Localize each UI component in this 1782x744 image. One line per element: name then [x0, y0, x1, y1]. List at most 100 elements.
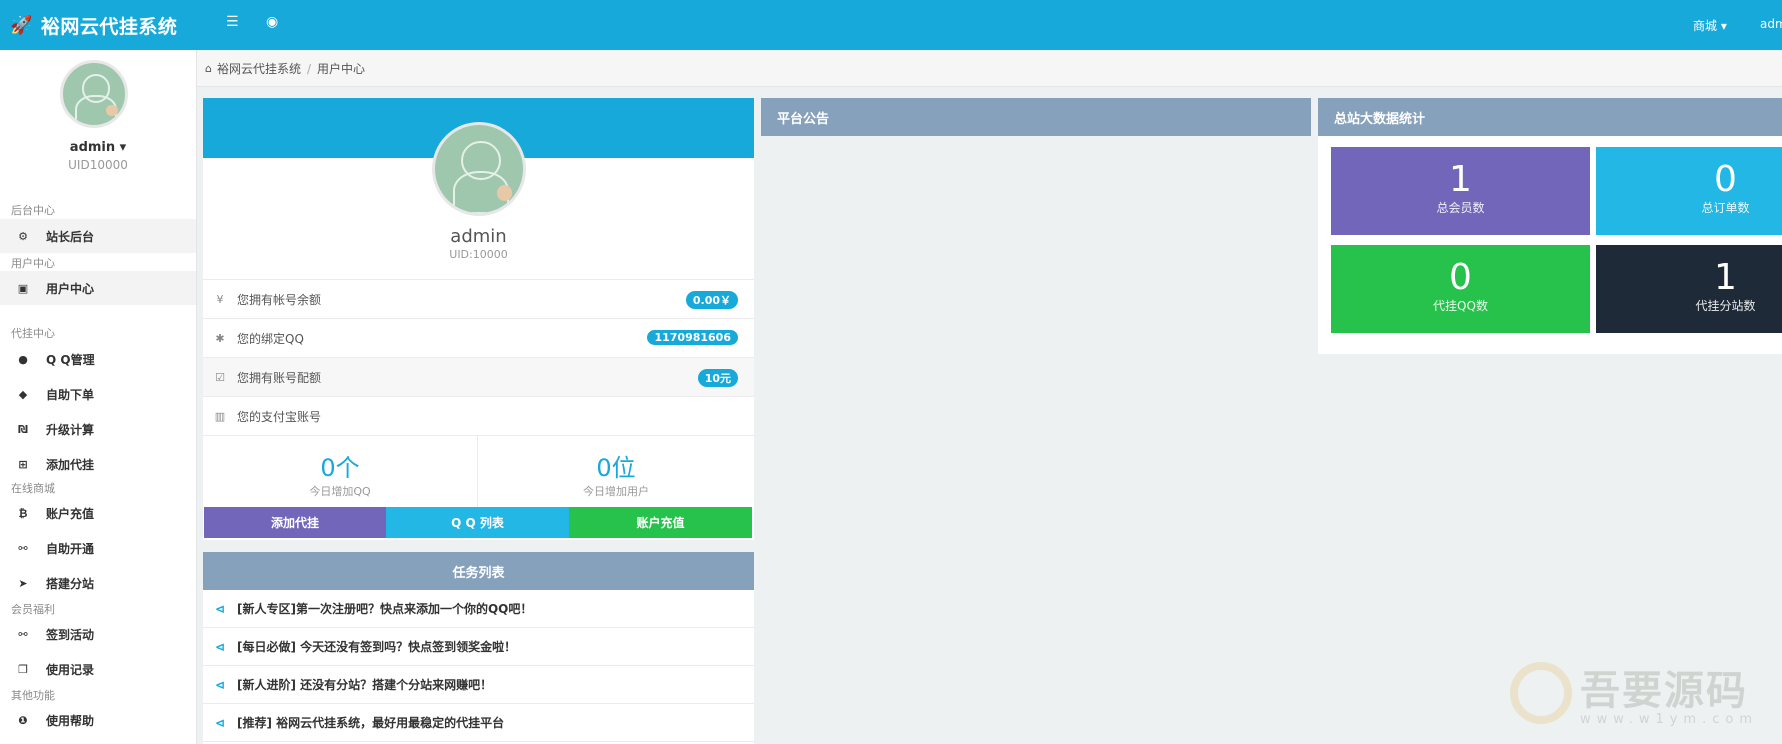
sidebar-item-label: 站长后台 — [46, 229, 95, 244]
section-title: 在线商城 — [11, 482, 55, 495]
task-item[interactable]: ⊲ [推荐] 裕网云代挂系统，最好用最稳定的代挂平台 — [203, 704, 754, 742]
stat-today-qq: 0个 今日增加QQ — [203, 435, 478, 507]
sidebar-item-self-order[interactable]: ◆ 自助下单 — [0, 377, 196, 411]
balance-badge: 0.00￥ — [685, 291, 738, 309]
section-title: 其他功能 — [11, 689, 55, 702]
tile-label: 总订单数 — [1701, 201, 1750, 215]
sidebar-item-usage-records[interactable]: ❐ 使用记录 — [0, 652, 196, 686]
profile-name: admin — [450, 226, 507, 247]
user-menu[interactable]: adm — [1760, 17, 1782, 31]
sidebar-item-label: 添加代挂 — [46, 457, 95, 472]
shop-menu[interactable]: 商城 ▾ — [1693, 17, 1727, 34]
asterisk-icon: ✱ — [215, 331, 225, 345]
dashboard-icon: ⚙ — [18, 229, 28, 243]
tile-value: 0 — [1449, 257, 1472, 298]
section-title: 用户中心 — [11, 257, 55, 270]
task-text: [新人进阶] 还没有分站？搭建个分站来网赚吧！ — [237, 678, 493, 692]
sidebar-item-label: 自助下单 — [46, 387, 95, 402]
breadcrumb-current: 用户中心 — [317, 62, 366, 76]
link-icon: ⚯ — [18, 541, 28, 555]
sidebar-item-checkin[interactable]: ⚯ 签到活动 — [0, 617, 196, 651]
yen-icon: ¥ — [216, 292, 224, 306]
notice-title: 平台公告 — [761, 98, 1311, 136]
sidebar-user-uid: UID10000 — [68, 158, 128, 172]
sidebar-item-user-center[interactable]: ▣ 用户中心 — [0, 271, 196, 305]
stat-value: 0个 — [320, 454, 360, 482]
stat-tile-orders: 0 总订单数 — [1596, 147, 1782, 235]
breadcrumb: ⌂ 裕网云代挂系统 / 用户中心 — [197, 51, 1782, 87]
task-item[interactable]: ⊲ [每日必做] 今天还没有签到吗？快点签到领奖金啦！ — [203, 628, 754, 666]
brand-title: 裕网云代挂系统 — [40, 15, 178, 38]
site-stats-panel: 总站大数据统计 1 总会员数 0 总订单数 0 代挂QQ数 1 代挂分站数 — [1318, 98, 1782, 354]
recharge-button[interactable]: 账户充值 — [569, 507, 752, 538]
share-icon: ⊲ — [214, 677, 226, 692]
alipay-row: ▥ 您的支付宝账号 — [203, 396, 754, 435]
user-name-text: admin — [69, 140, 116, 155]
calculator-icon: ₪ — [18, 422, 28, 436]
task-list-panel: 任务列表 ⊲ [新人专区]第一次注册吧？快点来添加一个你的QQ吧！ ⊲ [每日必… — [203, 552, 754, 744]
sidebar-item-build-substation[interactable]: ➤ 搭建分站 — [0, 566, 196, 600]
section-title: 后台中心 — [11, 204, 55, 217]
sidebar-item-add-proxy[interactable]: ⊞ 添加代挂 — [0, 447, 196, 481]
plus-square-icon: ⊞ — [18, 457, 28, 471]
info-icon: ❶ — [18, 713, 28, 727]
row-label: 您拥有账号配额 — [237, 370, 322, 385]
profile-uid: UID:10000 — [449, 248, 508, 261]
camera-icon: ▣ — [17, 281, 29, 295]
add-proxy-button[interactable]: 添加代挂 — [204, 507, 386, 538]
check-square-icon: ☑ — [215, 370, 225, 384]
tile-label: 代挂QQ数 — [1433, 299, 1488, 313]
task-item[interactable]: ⊲ [新人进阶] 还没有分站？搭建个分站来网赚吧！ — [203, 666, 754, 704]
quota-row: ☑ 您拥有账号配额 10元 — [203, 357, 754, 396]
sidebar-item-label: 用户中心 — [46, 281, 95, 296]
stat-label: 今日增加用户 — [583, 485, 649, 498]
stat-tile-members: 1 总会员数 — [1331, 147, 1590, 235]
telegram-icon: ➤ — [18, 576, 28, 590]
top-navbar: 🚀 裕网云代挂系统 ☰ ◉ 商城 ▾ adm — [0, 0, 1782, 50]
task-text: [每日必做] 今天还没有签到吗？快点签到领奖金啦！ — [237, 640, 517, 654]
bitcoin-icon: ₿ — [18, 506, 28, 520]
link-icon: ⚯ — [18, 627, 28, 641]
tile-value: 0 — [1714, 159, 1737, 200]
sidebar-item-self-activate[interactable]: ⚯ 自助开通 — [0, 531, 196, 565]
tile-value: 1 — [1449, 159, 1472, 200]
sidebar-item-label: 升级计算 — [46, 422, 95, 437]
task-item[interactable]: ⊲ [新人专区]第一次注册吧？快点来添加一个你的QQ吧！ — [203, 590, 754, 628]
brand[interactable]: 🚀 裕网云代挂系统 — [10, 0, 177, 50]
share-icon: ⊲ — [214, 639, 226, 654]
sidebar-item-label: 签到活动 — [46, 627, 95, 642]
list-icon[interactable]: ☰ — [226, 14, 239, 30]
sidebar-item-label: 自助开通 — [46, 541, 95, 556]
tile-label: 总会员数 — [1436, 201, 1485, 215]
sidebar-item-upgrade-calc[interactable]: ₪ 升级计算 — [0, 412, 196, 446]
balance-row: ¥ 您拥有帐号余额 0.00￥ — [203, 279, 754, 318]
stat-tile-substations: 1 代挂分站数 — [1596, 245, 1782, 333]
sidebar-item-label: 使用记录 — [46, 662, 95, 677]
sidebar-item-recharge[interactable]: ₿ 账户充值 — [0, 496, 196, 530]
rocket-icon: 🚀 — [10, 14, 33, 36]
breadcrumb-home[interactable]: 裕网云代挂系统 — [217, 60, 301, 77]
qq-icon: ● — [18, 352, 28, 366]
profile-avatar — [432, 122, 526, 216]
sidebar-item-label: 账户充值 — [46, 506, 95, 521]
watermark-url: www.w1ym.com — [1580, 712, 1758, 727]
row-label: 您的绑定QQ — [237, 331, 304, 346]
qq-list-button[interactable]: Q Q 列表 — [386, 507, 569, 538]
site-stats-title: 总站大数据统计 — [1318, 98, 1782, 136]
sidebar: admin ▾ UID10000 后台中心 ⚙ 站长后台 用户中心 ▣ 用户中心… — [0, 50, 197, 744]
sidebar-item-admin[interactable]: ⚙ 站长后台 — [0, 219, 196, 253]
share-icon: ⊲ — [214, 601, 226, 616]
sidebar-item-label: 使用帮助 — [46, 713, 95, 728]
stat-value: 0位 — [596, 454, 636, 482]
task-text: [新人专区]第一次注册吧？快点来添加一个你的QQ吧！ — [237, 602, 533, 616]
sidebar-avatar[interactable] — [60, 60, 128, 128]
sidebar-item-help[interactable]: ❶ 使用帮助 — [0, 703, 196, 737]
quota-badge: 10元 — [697, 369, 738, 387]
row-label: 您的支付宝账号 — [237, 409, 322, 424]
tag-icon: ◆ — [18, 387, 28, 401]
user-circle-icon[interactable]: ◉ — [266, 14, 278, 30]
stat-tile-qq: 0 代挂QQ数 — [1331, 245, 1590, 333]
sidebar-item-qq-manage[interactable]: ● Q Q管理 — [0, 342, 196, 376]
stat-label: 今日增加QQ — [309, 485, 371, 498]
sidebar-user-name[interactable]: admin ▾ — [0, 140, 196, 155]
